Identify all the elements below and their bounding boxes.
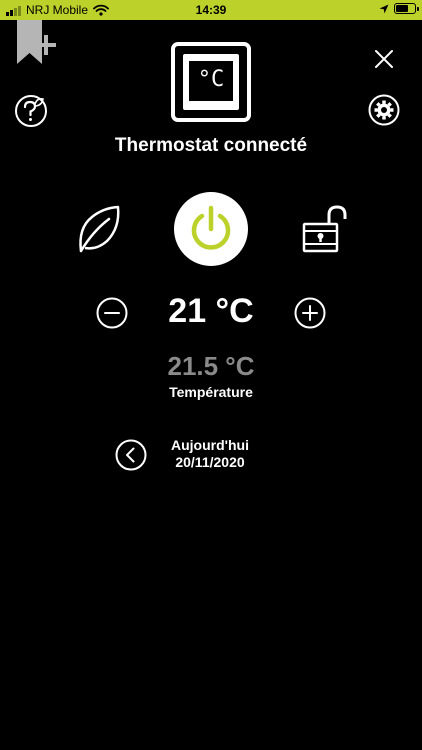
thermostat-device-icon: °C [170, 41, 252, 123]
measured-temperature: 21.5 °C [167, 351, 255, 381]
device-display-text: °C [197, 67, 225, 92]
plus-circle-icon [294, 297, 326, 329]
eco-help-icon [15, 95, 47, 127]
eco-help-button[interactable] [14, 94, 48, 128]
gear-icon [368, 94, 400, 126]
close-icon [375, 50, 393, 68]
status-time: 14:39 [195, 3, 227, 17]
status-bar: NRJ Mobile 14:39 [0, 0, 422, 20]
eco-mode-button[interactable] [76, 204, 122, 254]
date-value: 20/11/2020 [175, 454, 245, 470]
power-button[interactable] [174, 192, 248, 266]
date-display: Aujourd'hui 20/11/2020 [150, 437, 270, 471]
unlocked-padlock-icon [302, 205, 347, 253]
setpoint-temperature: 21 °C [168, 292, 254, 330]
battery-icon [394, 3, 419, 14]
day-label: Aujourd'hui [171, 437, 249, 453]
leaf-icon [79, 205, 120, 253]
close-button[interactable] [370, 45, 398, 73]
previous-day-button[interactable] [115, 439, 147, 471]
temperature-label: Température [169, 384, 253, 400]
power-icon [191, 205, 231, 250]
bookmark-add-button[interactable] [14, 20, 60, 66]
lock-button[interactable] [301, 204, 349, 254]
increase-temperature-button[interactable] [294, 297, 326, 329]
chevron-left-icon [115, 439, 147, 471]
bookmark-plus-icon [17, 20, 56, 64]
location-icon [379, 4, 389, 13]
settings-button[interactable] [368, 94, 400, 126]
device-title: Thermostat connecté [114, 135, 308, 156]
